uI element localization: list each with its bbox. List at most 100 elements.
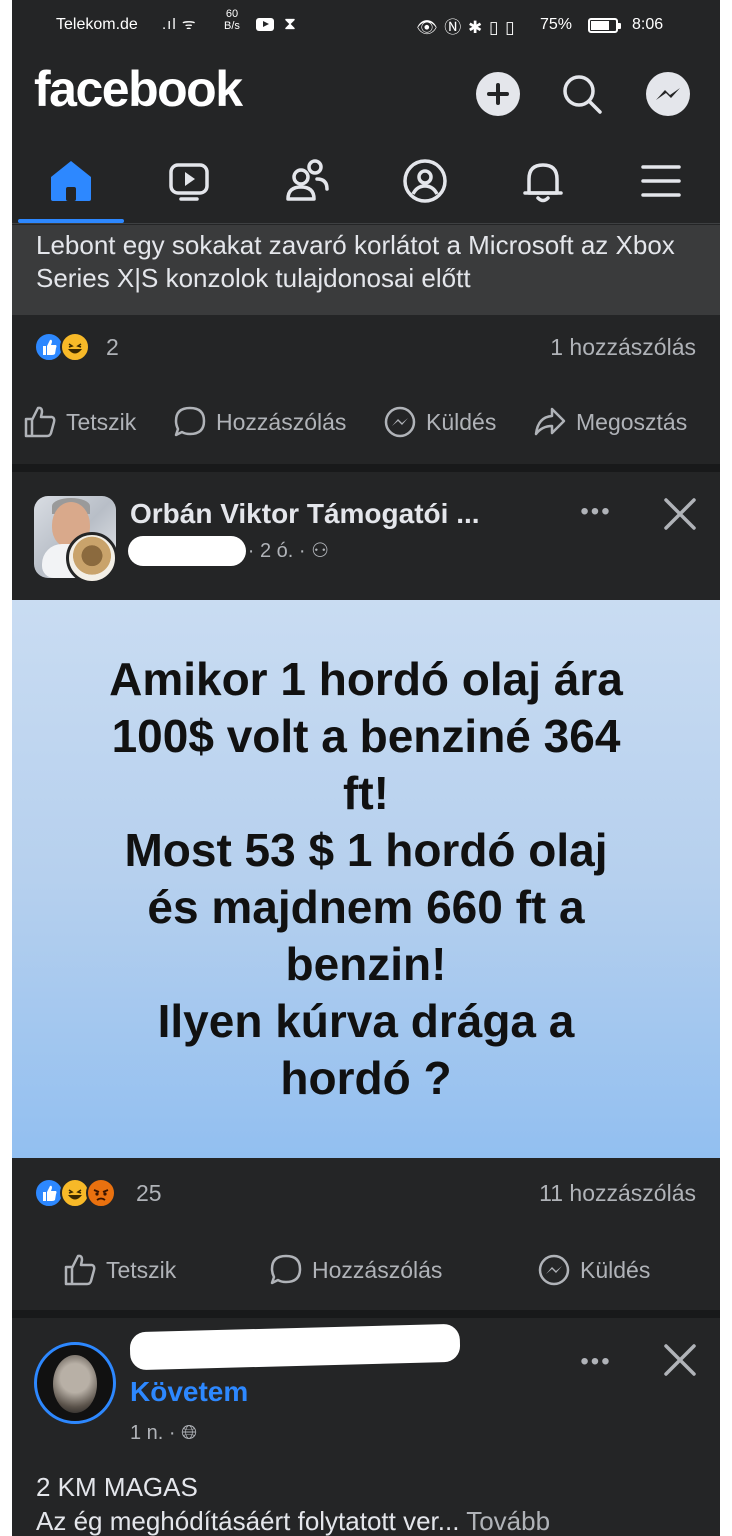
battery-icon <box>588 18 621 33</box>
like-label: Tetszik <box>106 1256 177 1283</box>
close-icon <box>664 1344 696 1376</box>
network-speed-unit: B/s <box>224 20 240 32</box>
post2-reaction-count: 25 <box>136 1180 162 1206</box>
like-label: Tetszik <box>66 408 137 435</box>
post2-image[interactable]: Amikor 1 hordó olaj ára 100$ volt a benz… <box>12 600 720 1158</box>
following-label[interactable]: Követem <box>130 1376 248 1408</box>
comment-icon <box>270 1254 302 1285</box>
post1-send-button[interactable]: Küldés <box>382 400 496 444</box>
send-label: Küldés <box>580 1256 651 1283</box>
image-text-line: hordó ? <box>280 1052 452 1104</box>
youtube-icon <box>256 18 274 31</box>
carrier-name: Telekom.de <box>56 16 138 33</box>
post2-more-button[interactable]: ••• <box>572 498 620 538</box>
thumbs-up-icon <box>64 1254 96 1286</box>
tab-video[interactable] <box>130 140 248 222</box>
post1-actions: Tetszik Hozzászólás Küldés Megosztás <box>12 392 720 452</box>
post2-reactions[interactable]: 25 11 hozzászólás <box>12 1174 720 1214</box>
profile-icon <box>403 159 447 203</box>
thumbs-up-icon <box>24 406 56 438</box>
image-text-line: benzin! <box>285 938 447 990</box>
post2-actions: Tetszik Hozzászólás Küldés <box>12 1240 720 1300</box>
search-button[interactable] <box>558 70 606 118</box>
tab-profile[interactable] <box>366 140 484 222</box>
post3-hide-button[interactable] <box>658 1338 702 1382</box>
tab-menu[interactable] <box>602 140 720 222</box>
comment-icon <box>174 406 206 437</box>
hourglass-icon: ⧗ <box>284 14 296 33</box>
comment-label: Hozzászólás <box>216 408 347 435</box>
share-label: Megosztás <box>576 408 688 435</box>
facebook-logo[interactable]: facebook <box>34 60 243 118</box>
tab-friends[interactable] <box>248 140 366 222</box>
post1-reactions[interactable]: 2 1 hozzászólás <box>12 328 720 368</box>
post2-meta: n · 2 ó. · ⚇ <box>128 536 330 566</box>
close-icon <box>664 498 696 530</box>
share-icon <box>534 407 566 436</box>
post2-time: · 2 ó. · <box>247 540 306 562</box>
link-preview[interactable]: Lebont egy sokakat zavaró korlátot a Mic… <box>12 225 720 315</box>
battery-percent: 75% <box>540 16 573 33</box>
post3-text: 2 KM MAGAS Az ég meghódításáért folytato… <box>36 1470 550 1536</box>
post1-comment-count[interactable]: 1 hozzászólás <box>550 334 696 361</box>
post1-comment-button[interactable]: Hozzászólás <box>172 400 346 444</box>
angry-reaction-icon <box>86 1178 116 1208</box>
post1-share-button[interactable]: Megosztás <box>532 400 687 444</box>
post2-like-button[interactable]: Tetszik <box>62 1248 176 1292</box>
video-icon <box>169 163 209 201</box>
more-icon: ••• <box>580 498 612 525</box>
navigation-tabs <box>12 140 720 224</box>
post2-send-button[interactable]: Küldés <box>536 1248 650 1292</box>
tab-home[interactable] <box>12 140 130 223</box>
status-bar: Telekom.de .ıl ᯤ 60 B/s ⧗ 👁 Ⓝ ✱ ▯ ▯ 75% … <box>12 0 720 52</box>
post3-time: 1 n. · <box>130 1422 176 1444</box>
home-icon <box>51 161 91 201</box>
page-avatar[interactable] <box>34 496 118 584</box>
image-text-line: Ilyen kúrva drága a <box>157 995 575 1047</box>
search-icon <box>563 75 602 114</box>
post3-more-button[interactable]: ••• <box>572 1348 620 1388</box>
friends-icon <box>286 159 329 201</box>
system-icons: 👁 Ⓝ ✱ ▯ ▯ <box>416 18 516 37</box>
create-button[interactable] <box>474 70 522 118</box>
post3-text-line: 2 KM MAGAS <box>36 1472 198 1502</box>
redaction-scribble <box>129 1323 461 1371</box>
image-text-line: és majdnem 660 ft a <box>147 881 585 933</box>
messenger-button[interactable] <box>644 70 692 118</box>
see-more-link[interactable]: Tovább <box>466 1506 550 1536</box>
app-header: facebook <box>12 52 720 136</box>
post2-header: Orbán Viktor Támogatói ... n · 2 ó. · ⚇ … <box>12 472 720 584</box>
post1-reaction-count: 2 <box>106 334 119 360</box>
post2-comment-count[interactable]: 11 hozzászólás <box>539 1180 696 1207</box>
page-name[interactable]: Orbán Viktor Támogatói ... <box>130 498 480 530</box>
messenger-icon <box>646 72 690 116</box>
network-speed-value: 60 <box>225 8 239 20</box>
post2-comment-button[interactable]: Hozzászólás <box>268 1248 442 1292</box>
post3-meta: 1 n. · 🌐︎ <box>130 1422 197 1445</box>
post3-text-line: Az ég meghódításáért folytatott ver... <box>36 1506 460 1536</box>
plus-icon <box>476 72 520 116</box>
post2-hide-button[interactable] <box>658 492 702 536</box>
clock: 8:06 <box>632 16 664 33</box>
image-text-line: 100$ volt a benziné 364 <box>111 710 621 762</box>
menu-icon <box>641 165 681 197</box>
profile-avatar[interactable] <box>66 532 118 584</box>
send-label: Küldés <box>426 408 497 435</box>
image-text-line: ft! <box>343 767 389 819</box>
active-tab-indicator <box>18 219 124 223</box>
bell-icon <box>523 163 563 203</box>
feed-separator <box>12 464 720 472</box>
post1-like-button[interactable]: Tetszik <box>22 400 136 444</box>
profile-avatar[interactable] <box>34 1342 116 1424</box>
feed-separator <box>12 1310 720 1318</box>
group-icon: ⚇ <box>311 540 330 562</box>
tab-notifications[interactable] <box>484 140 602 222</box>
redaction-scribble <box>128 536 246 566</box>
signal-icon: .ıl ᯤ <box>162 16 197 33</box>
battery-fill <box>591 21 609 30</box>
messenger-send-icon <box>538 1254 570 1286</box>
network-speed: 60 B/s <box>224 8 240 32</box>
globe-icon: 🌐︎ <box>181 1422 198 1444</box>
more-icon: ••• <box>580 1348 612 1375</box>
phone-screen: Telekom.de .ıl ᯤ 60 B/s ⧗ 👁 Ⓝ ✱ ▯ ▯ 75% … <box>12 0 720 1536</box>
